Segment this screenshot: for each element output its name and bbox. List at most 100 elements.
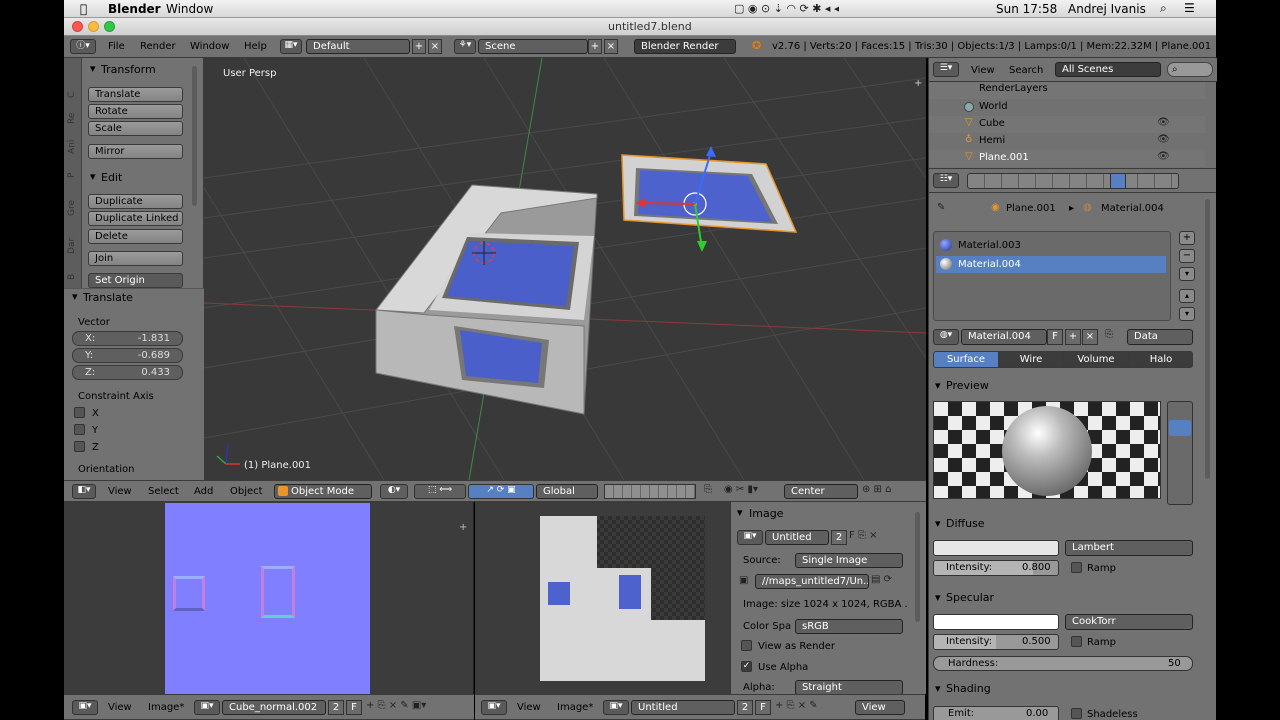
image-left-fake-user[interactable]: F: [346, 700, 362, 715]
material-tab-icon[interactable]: [1110, 173, 1126, 189]
alpha-select[interactable]: Straight: [795, 680, 903, 694]
diffuse-title[interactable]: Diffuse: [946, 517, 985, 530]
rotate-button[interactable]: Rotate: [88, 104, 183, 119]
translate-button[interactable]: Translate: [88, 87, 183, 102]
image-right-menu-image[interactable]: Image*: [557, 702, 593, 713]
transform-panel-title[interactable]: Transform: [101, 63, 156, 76]
menu-window[interactable]: Window: [190, 41, 229, 52]
image-panel-name-field[interactable]: Untitled: [765, 530, 829, 545]
viewport-corner-icon[interactable]: +: [914, 78, 922, 89]
window-menu[interactable]: Window: [166, 2, 213, 16]
tab-ani[interactable]: Ani: [67, 140, 77, 154]
outliner-view-menu[interactable]: View: [971, 65, 995, 76]
view3d-menu-view[interactable]: View: [108, 486, 132, 497]
preview-sphere-button[interactable]: [1169, 420, 1191, 436]
emit-field[interactable]: Emit: 0.00: [933, 706, 1059, 720]
edit-collapse-icon[interactable]: ▾: [90, 170, 96, 183]
use-alpha-checkbox[interactable]: ✓: [741, 661, 752, 672]
tab-volume[interactable]: Volume: [1063, 351, 1129, 368]
edit-panel-title[interactable]: Edit: [101, 171, 122, 184]
image-right-view-select[interactable]: View: [855, 700, 905, 715]
outliner-item-world[interactable]: World: [979, 101, 1008, 112]
scene-icon[interactable]: ⚘▾: [454, 39, 476, 54]
tab-re[interactable]: Re: [67, 113, 77, 124]
outliner-search-menu[interactable]: Search: [1009, 65, 1043, 76]
image-editor-right[interactable]: [475, 502, 730, 694]
image-browse-icon[interactable]: ▣▾: [603, 700, 629, 715]
manipulator-icons[interactable]: ↗ ⟳ ▣: [468, 484, 534, 499]
specular-color-swatch[interactable]: [933, 614, 1059, 630]
diffuse-collapse-icon[interactable]: ▾: [935, 517, 941, 530]
specular-collapse-icon[interactable]: ▾: [935, 591, 941, 604]
image-panel-tools-icons[interactable]: F ⎘ ×: [849, 530, 909, 545]
list-icon[interactable]: ☰: [1184, 1, 1195, 15]
slot-item-material-004[interactable]: Material.004: [958, 259, 1021, 270]
transform-collapse-icon[interactable]: ▾: [90, 62, 96, 75]
image-left-name-field[interactable]: Cube_normal.002: [222, 700, 326, 715]
view3d-menu-object[interactable]: Object: [230, 486, 263, 497]
properties-editor-icon[interactable]: ☷▾: [933, 173, 959, 188]
tab-p[interactable]: P: [67, 173, 77, 178]
image-editor-left[interactable]: +: [64, 502, 474, 694]
properties-scrollbar[interactable]: [1205, 199, 1210, 479]
mirror-button[interactable]: Mirror: [88, 144, 183, 159]
tab-wire[interactable]: Wire: [999, 351, 1063, 368]
render-engine-select[interactable]: Blender Render: [634, 39, 736, 54]
fake-user-button[interactable]: F: [1047, 329, 1063, 345]
close-dot[interactable]: [72, 21, 83, 32]
render-icons[interactable]: ◉ ✂ ▮▾: [724, 484, 780, 499]
outliner-item-plane[interactable]: Plane.001: [979, 152, 1029, 163]
join-button[interactable]: Join: [88, 251, 183, 266]
search-icon[interactable]: ⌕: [1160, 1, 1167, 16]
info-editor-icon[interactable]: ⓘ▾: [70, 39, 96, 54]
menu-file[interactable]: File: [108, 41, 125, 52]
file-browse-icon[interactable]: ▤ ⟳: [871, 574, 903, 589]
scene-add-icon[interactable]: +: [588, 39, 602, 54]
outliner-search-field[interactable]: ⌕: [1167, 62, 1213, 77]
material-link-icon[interactable]: ⎘: [1105, 329, 1123, 345]
image-right-menu-view[interactable]: View: [517, 702, 541, 713]
layout-icon[interactable]: ▦▾: [280, 39, 302, 54]
specular-intensity-slider[interactable]: Intensity: 0.500: [933, 634, 1059, 650]
outliner-item-hemi[interactable]: Hemi: [979, 135, 1005, 146]
image-left-menu-view[interactable]: View: [108, 702, 132, 713]
time[interactable]: Sun 17:58: [996, 2, 1057, 16]
breadcrumb-material[interactable]: Material.004: [1101, 203, 1164, 214]
menu-render[interactable]: Render: [140, 41, 176, 52]
diffuse-ramp-checkbox[interactable]: [1071, 562, 1082, 573]
duplicate-button[interactable]: Duplicate: [88, 194, 183, 209]
vector-x-field[interactable]: X: -1.831: [72, 331, 183, 346]
layer-buttons[interactable]: [604, 484, 696, 499]
outliner-editor-icon[interactable]: ☰▾: [933, 62, 959, 77]
outliner-item-renderlayers[interactable]: RenderLayers: [979, 83, 1048, 94]
shading-collapse-icon[interactable]: ▾: [935, 682, 941, 695]
outliner-row[interactable]: ▽ Cube 👁: [929, 116, 1205, 133]
image-right-tools-icons[interactable]: + ⎘ × ✎: [775, 700, 853, 715]
image-panel-collapse-icon[interactable]: ▾: [737, 506, 743, 519]
snap-icons[interactable]: ⊛ ⊞ ⌂: [862, 484, 922, 499]
view3d-editor-icon[interactable]: ◧▾: [72, 484, 96, 499]
duplicate-linked-button[interactable]: Duplicate Linked: [88, 211, 183, 226]
colorspace-select[interactable]: sRGB: [795, 619, 903, 634]
set-origin-select[interactable]: Set Origin: [88, 273, 183, 288]
outliner-row[interactable]: ▽ Plane.001 👁: [929, 150, 1205, 167]
slot-add-icon[interactable]: +: [1179, 231, 1195, 245]
breadcrumb-object[interactable]: Plane.001: [1006, 203, 1056, 214]
image-browse-icon[interactable]: ▣▾: [194, 700, 220, 715]
slot-remove-icon[interactable]: −: [1179, 249, 1195, 263]
scene-remove-icon[interactable]: ×: [604, 39, 618, 54]
specular-ramp-checkbox[interactable]: [1071, 636, 1082, 647]
tab-c[interactable]: C: [67, 92, 77, 98]
outliner-item-cube[interactable]: Cube: [979, 118, 1005, 129]
tab-surface[interactable]: Surface: [933, 351, 999, 368]
view-as-render-checkbox[interactable]: [741, 640, 752, 651]
image-editor-icon[interactable]: ▣▾: [72, 700, 98, 715]
zoom-dot[interactable]: [104, 21, 115, 32]
outliner-row[interactable]: World: [929, 99, 1205, 116]
mode-select[interactable]: Object Mode: [274, 484, 372, 499]
shadeless-checkbox[interactable]: [1071, 708, 1082, 719]
pin-icon[interactable]: ✎: [937, 202, 945, 213]
viewport-3d[interactable]: User Persp (1) Plane.001 +: [204, 58, 926, 480]
outliner-filter-select[interactable]: All Scenes: [1055, 62, 1161, 77]
slot-move-down-icon[interactable]: ▾: [1179, 307, 1195, 321]
